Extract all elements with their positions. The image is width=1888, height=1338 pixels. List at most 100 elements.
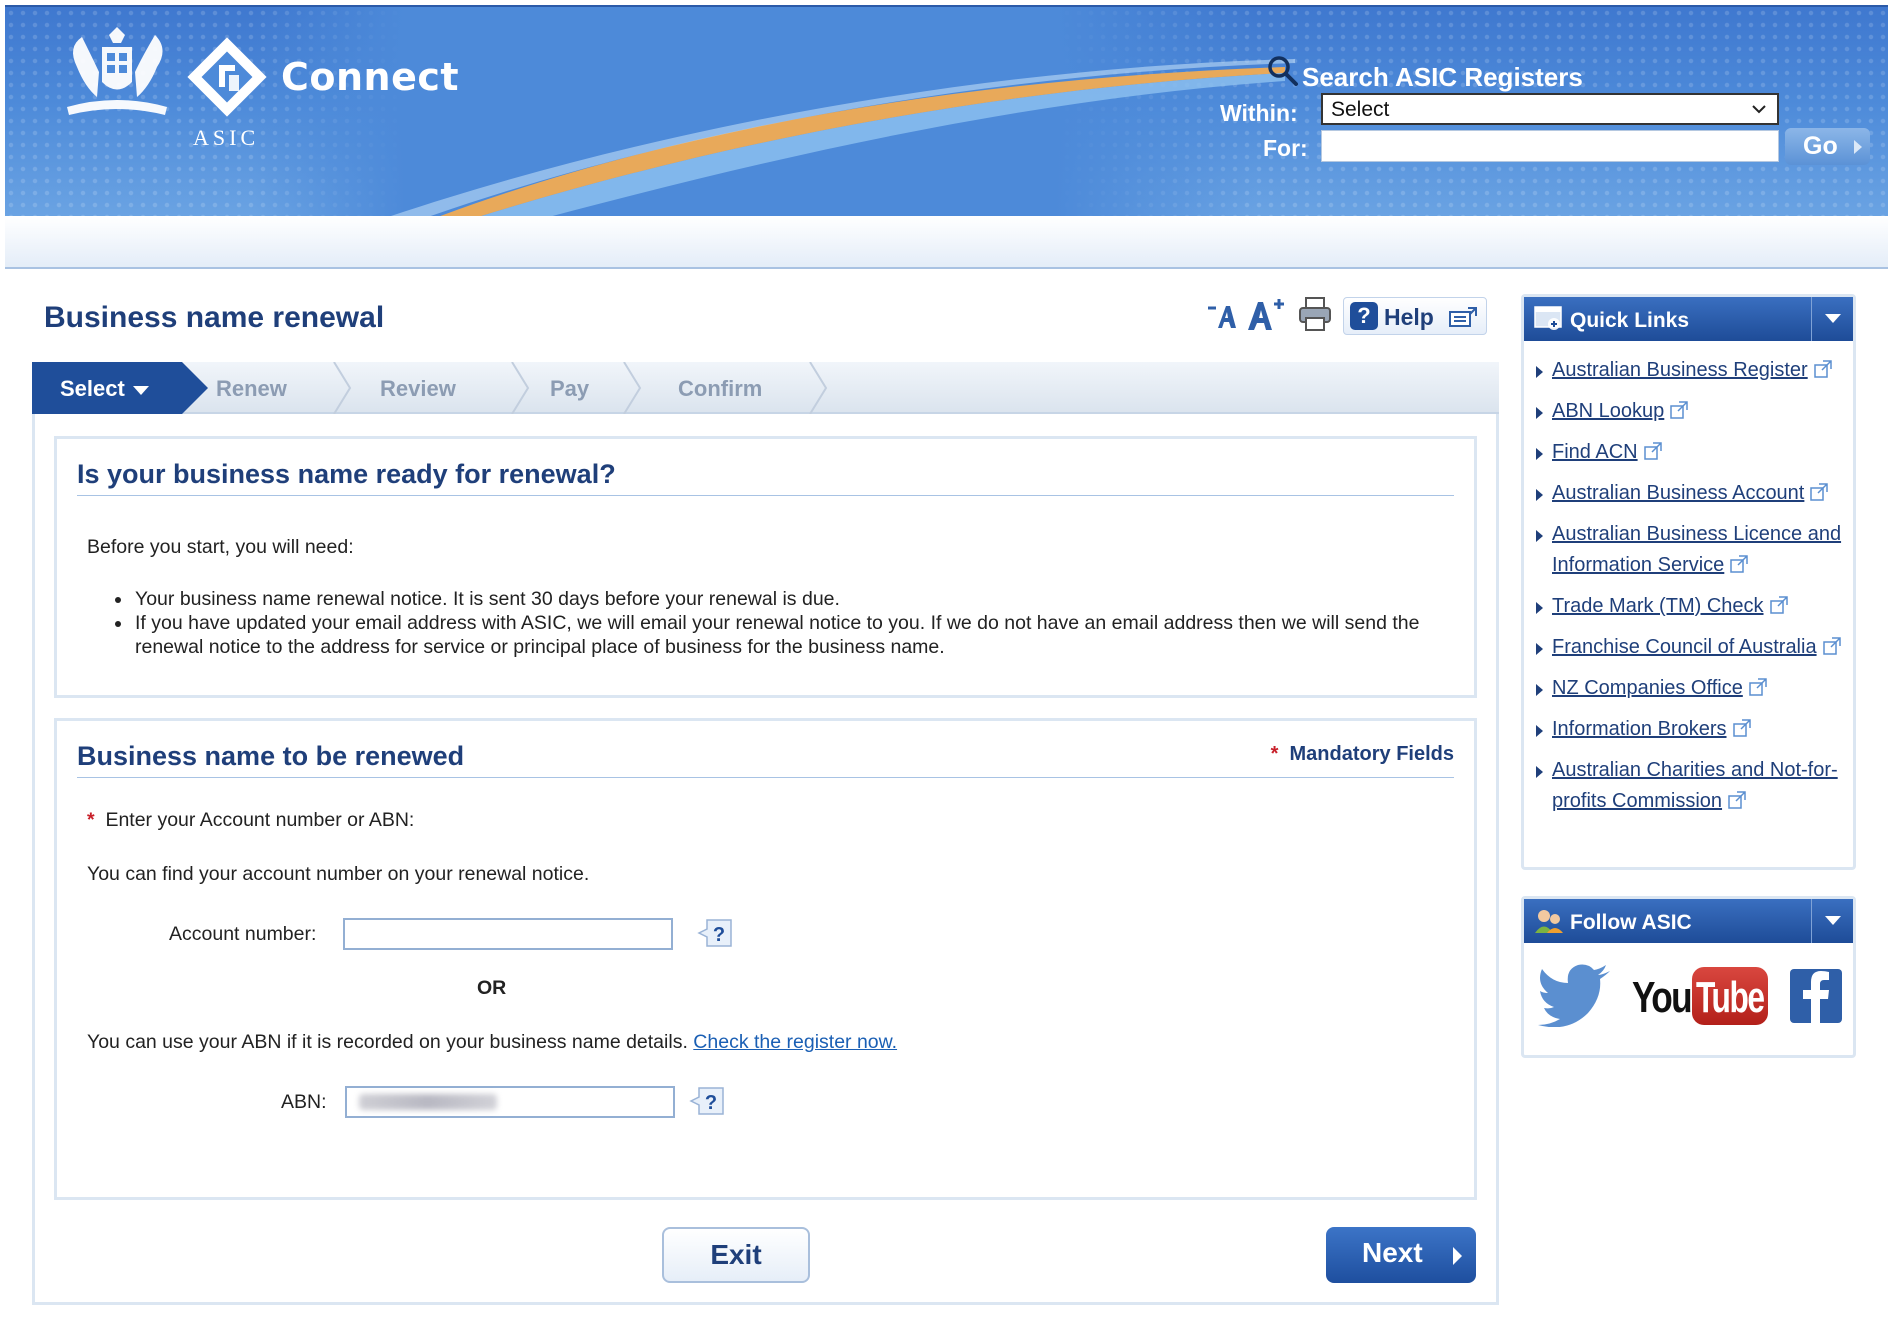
search-registers-title: Search ASIC Registers [1302, 62, 1583, 92]
business-name-panel: Business name to be renewed * Mandatory … [54, 718, 1477, 1200]
list-item: Australian Business Register [1532, 355, 1852, 386]
abn-label: ABN: [281, 1091, 327, 1113]
youtube-you: You [1632, 973, 1693, 1022]
bullet-arrow-icon [1536, 643, 1543, 655]
quick-links-list: Australian Business Register ABN Lookup … [1532, 355, 1852, 827]
bullet-arrow-icon [1536, 530, 1543, 542]
list-item: NZ Companies Office [1532, 673, 1852, 704]
collapse-toggle[interactable] [1811, 297, 1853, 341]
list-item: Trade Mark (TM) Check [1532, 591, 1852, 622]
follow-asic-header: Follow ASIC [1524, 899, 1853, 943]
step-separator [809, 362, 828, 414]
external-link-icon [1732, 719, 1751, 737]
external-link-icon [1810, 483, 1829, 501]
arrow-right-icon [1453, 1247, 1462, 1265]
collapse-toggle[interactable] [1811, 899, 1853, 943]
check-register-link[interactable]: Check the register now. [693, 1031, 897, 1053]
quick-link-business-licence[interactable]: Australian Business Licence and Informat… [1552, 523, 1841, 576]
go-button[interactable]: Go [1785, 128, 1870, 165]
search-input[interactable] [1321, 130, 1779, 162]
quick-link-abn-lookup[interactable]: ABN Lookup [1552, 400, 1664, 422]
header-banner: Connect ASIC Search ASIC Registers Withi… [5, 5, 1888, 216]
external-link-icon [1730, 555, 1749, 573]
abn-hint: You can use your ABN if it is recorded o… [87, 1031, 898, 1053]
twitter-icon[interactable] [1538, 963, 1612, 1027]
exit-button[interactable]: Exit [662, 1227, 810, 1283]
required-star: * [87, 809, 95, 831]
progress-steps: Select Renew Review Pay Confirm [32, 362, 1499, 414]
next-button-label: Next [1362, 1237, 1423, 1268]
help-button[interactable]: ? Help [1343, 297, 1487, 335]
app-title: Connect [281, 55, 460, 99]
decrease-text-size-icon[interactable] [1206, 300, 1238, 332]
youtube-icon[interactable]: You Tube [1632, 967, 1772, 1027]
list-item: Your business name renewal notice. It is… [133, 587, 1453, 611]
quick-link-business-account[interactable]: Australian Business Account [1552, 482, 1804, 504]
quick-links-title: Quick Links [1570, 309, 1690, 332]
step-separator [511, 362, 530, 414]
asic-connect-logo [187, 37, 267, 117]
bullet-arrow-icon [1536, 725, 1543, 737]
within-select[interactable]: Select [1321, 93, 1779, 125]
question-icon: ? [1350, 302, 1378, 330]
list-item: Australian Business Account [1532, 478, 1852, 509]
step-separator [333, 362, 352, 414]
external-link-icon [1643, 442, 1662, 460]
quick-links-header: Quick Links [1524, 297, 1853, 341]
step-select: Select [32, 362, 208, 414]
account-number-input[interactable] [343, 918, 673, 950]
quick-links-icon [1534, 306, 1562, 330]
list-item: Australian Business Licence and Informat… [1532, 519, 1852, 581]
help-label: Help [1384, 304, 1434, 330]
arrow-right-icon [1854, 140, 1862, 154]
step-confirm: Confirm [678, 376, 763, 401]
quick-link-acnc[interactable]: Australian Charities and Not-for-profits… [1552, 759, 1838, 812]
abn-input[interactable] [345, 1086, 675, 1118]
follow-asic-title: Follow ASIC [1570, 911, 1692, 934]
page-title: Business name renewal [44, 301, 385, 334]
coat-of-arms-icon [67, 27, 167, 115]
go-button-label: Go [1803, 132, 1838, 160]
bullet-arrow-icon [1536, 448, 1543, 460]
for-label: For: [1263, 135, 1308, 161]
external-link-icon [1670, 401, 1689, 419]
account-hint: You can find your account number on your… [87, 863, 590, 885]
list-item: Find ACN [1532, 437, 1852, 468]
follow-asic-panel: Follow ASIC You Tube [1521, 896, 1856, 1058]
search-icon [1268, 56, 1298, 86]
or-separator: OR [477, 977, 507, 999]
next-button[interactable]: Next [1326, 1227, 1476, 1283]
bullet-arrow-icon [1536, 602, 1543, 614]
list-item: If you have updated your email address w… [133, 611, 1453, 659]
bullet-arrow-icon [1536, 407, 1543, 419]
quick-link-information-brokers[interactable]: Information Brokers [1552, 718, 1727, 740]
external-link-icon [1749, 678, 1767, 696]
external-link-icon [1813, 360, 1832, 378]
quick-link-trade-mark[interactable]: Trade Mark (TM) Check [1552, 595, 1764, 617]
quick-link-franchise-council[interactable]: Franchise Council of Australia [1552, 636, 1817, 658]
help-bubble-icon[interactable]: ? [697, 917, 735, 949]
quick-link-abr[interactable]: Australian Business Register [1552, 359, 1808, 381]
facebook-icon[interactable] [1790, 969, 1842, 1023]
external-link-icon [1822, 637, 1841, 655]
youtube-tube: Tube [1696, 973, 1765, 1022]
quick-link-find-acn[interactable]: Find ACN [1552, 441, 1638, 463]
mandatory-fields-note: * Mandatory Fields [1270, 743, 1454, 765]
step-pay: Pay [550, 376, 590, 401]
bullet-arrow-icon [1536, 366, 1543, 378]
print-icon[interactable] [1298, 296, 1332, 332]
bullet-arrow-icon [1536, 489, 1543, 501]
svg-text:?: ? [713, 924, 725, 946]
quick-link-nz-companies[interactable]: NZ Companies Office [1552, 677, 1743, 699]
list-item: Australian Charities and Not-for-profits… [1532, 755, 1852, 817]
popout-window-icon [1449, 307, 1477, 327]
external-link-icon [1728, 791, 1746, 809]
list-item: ABN Lookup [1532, 396, 1852, 427]
org-name: ASIC [193, 125, 260, 150]
increase-text-size-icon[interactable] [1246, 296, 1286, 332]
step-renew: Renew [216, 376, 287, 401]
external-link-icon [1769, 596, 1788, 614]
renewal-ready-panel: Is your business name ready for renewal?… [54, 436, 1477, 698]
required-star: * [1270, 743, 1279, 765]
help-bubble-icon[interactable]: ? [689, 1085, 727, 1117]
